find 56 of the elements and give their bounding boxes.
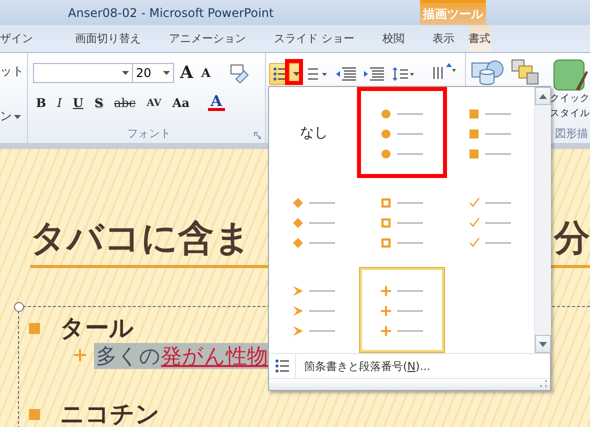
group-label: フォント [127,126,171,142]
bullet-marker [29,408,40,420]
group-label: 図形描 [555,126,588,141]
round-bullets-icon [379,106,425,158]
slide-title: 分 [554,219,590,259]
bullet-text: ニコチン [60,399,160,427]
shadow-button[interactable]: S [91,96,106,110]
shrink-font-button[interactable]: A [199,66,213,80]
strikethrough-button[interactable]: abc [111,96,139,110]
plus-bullets-icon [379,284,425,336]
sub-bullet-text: 多くの発がん性物 [94,343,270,369]
arrowhead-bullets-icon [291,284,337,336]
decrease-indent-button[interactable] [335,66,359,82]
bold-button[interactable]: B [33,96,50,110]
font-color-button[interactable]: A [208,95,226,111]
check-bullets-icon [467,196,513,248]
ribbon-tab[interactable]: アニメーション [155,25,260,52]
bullet-marker [29,322,40,334]
ribbon-tab[interactable]: スライド ショー [260,25,368,52]
resize-grip-icon[interactable] [540,380,547,387]
slide-title: タバコに含ま [30,219,251,259]
ribbon-tab[interactable]: 画面切り替え [61,25,155,52]
italic-button[interactable]: I [54,96,65,110]
scroll-up-button[interactable] [535,87,551,105]
shapes-icon[interactable] [470,59,504,85]
clear-formatting-icon[interactable] [228,63,249,83]
context-tab-label: 描画ツール [420,0,486,25]
text-direction-button[interactable] [431,63,459,79]
hollow-square-bullets-icon [379,196,425,248]
resize-handle[interactable] [14,302,24,312]
arrow-up-icon [539,94,547,98]
menu-item[interactable]: 箇条書きと段落番号(N)... [304,358,430,374]
bullet-list-icon [272,67,286,81]
ribbon-tab[interactable]: 表示 [418,25,468,52]
bullet-list-icon [275,359,289,373]
ribbon-tab[interactable]: ザイン [0,25,47,52]
ribbon-dropdown[interactable]: ン [0,108,27,125]
character-spacing-button[interactable]: AV [144,98,164,108]
square-bullets-icon [467,106,513,158]
dialog-launcher-icon[interactable] [254,132,261,139]
arrange-icon[interactable] [510,59,540,85]
window-title: Anser08-02 - Microsoft PowerPoint [68,6,274,20]
grow-font-button[interactable]: A [178,63,196,83]
ribbon-tab[interactable]: 校閲 [368,25,418,52]
ribbon-dropdown[interactable]: ット [0,63,27,80]
font-name-field[interactable] [33,63,133,83]
diamond-bullets-icon [291,196,337,248]
underline-button[interactable]: U [70,96,86,110]
change-case-button[interactable]: Aa [169,96,192,110]
ribbon-tab[interactable]: 書式 [468,25,490,52]
increase-indent-button[interactable] [363,66,387,82]
bullet-text: タール [60,313,134,343]
paintbrush-icon [552,59,588,91]
scroll-down-button[interactable] [535,335,551,353]
font-size-field[interactable]: 20 [132,63,174,83]
arrow-down-icon [539,342,547,346]
